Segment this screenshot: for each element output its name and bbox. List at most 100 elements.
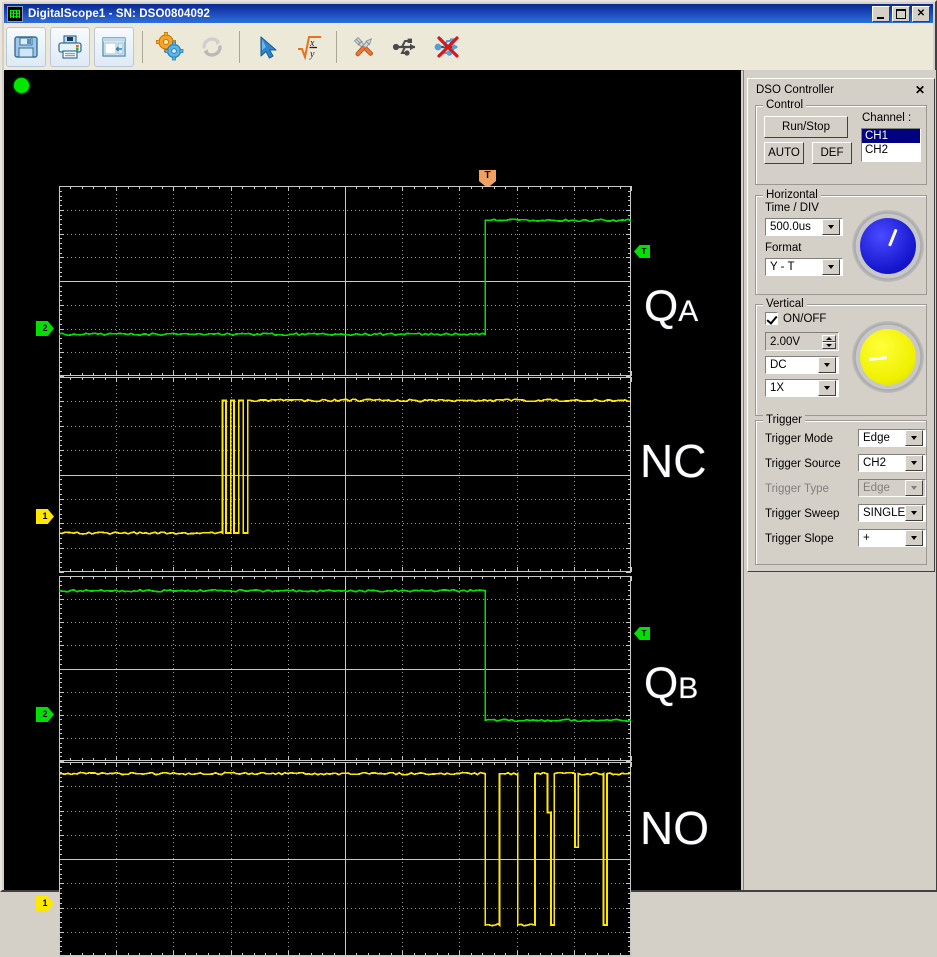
trigger-sweep-value: SINGLE (863, 507, 905, 519)
channel-onoff-checkbox[interactable]: ON/OFF (765, 312, 826, 325)
status-led (14, 78, 29, 93)
trace-qa (59, 218, 631, 337)
waveform-panel-nc[interactable] (59, 377, 632, 573)
floppy-disk-icon (14, 35, 38, 58)
chevron-down-icon (905, 480, 923, 496)
tools-button[interactable] (345, 28, 383, 66)
chevron-down-icon[interactable] (905, 530, 923, 546)
time-div-combo[interactable]: 500.0us (765, 218, 843, 236)
coupling-combo[interactable]: DC (765, 356, 839, 374)
minimize-button[interactable] (872, 5, 890, 22)
cursor-button[interactable] (248, 28, 286, 66)
channel-marker-ch2-qb[interactable]: 2 (36, 707, 54, 722)
spin-down-icon[interactable] (822, 341, 836, 349)
spinner-buttons[interactable] (822, 334, 836, 349)
application-window: DigitalScope1 - SN: DSO0804092 ✕ x y T Q… (0, 0, 937, 957)
panel-layout-icon (102, 36, 126, 57)
maximize-button[interactable] (892, 5, 910, 22)
channel-marker-ch1-nc[interactable]: 1 (36, 509, 54, 524)
volts-div-spinner[interactable]: 2.00V (765, 332, 839, 351)
auto-button[interactable]: AUTO (764, 142, 804, 164)
trigger-mode-value: Edge (863, 432, 890, 444)
probe-combo[interactable]: 1X (765, 379, 839, 397)
chevron-down-icon[interactable] (905, 505, 923, 521)
title-bar: DigitalScope1 - SN: DSO0804092 ✕ (4, 4, 933, 23)
panel-label-no: NO (640, 802, 709, 854)
checkbox-check-icon (765, 312, 778, 325)
toolbar: x y (4, 23, 933, 71)
run-stop-button[interactable]: Run/Stop (764, 116, 848, 138)
dso-controller-window: DSO Controller ✕ Control Run/Stop AUTO D… (747, 78, 935, 572)
trace-qb (59, 588, 631, 723)
print-button[interactable] (50, 26, 90, 67)
chevron-down-icon[interactable] (822, 259, 840, 275)
probe-value: 1X (770, 382, 785, 394)
usb-disconnect-icon (434, 35, 459, 58)
printer-icon (58, 34, 82, 59)
trigger-mode-combo[interactable]: Edge (858, 429, 926, 447)
trigger-source-label: Trigger Source (765, 458, 841, 470)
panel-toggle-button[interactable] (94, 26, 134, 67)
svg-text:y: y (309, 49, 315, 60)
trigger-type-label: Trigger Type (765, 483, 829, 495)
usb-disconnect-button[interactable] (429, 28, 467, 66)
right-dock: DSO Controller ✕ Control Run/Stop AUTO D… (743, 70, 936, 890)
time-div-label: Time / DIV (765, 202, 819, 214)
toolbar-separator (239, 30, 240, 63)
settings-button[interactable] (151, 28, 189, 66)
format-combo[interactable]: Y - T (765, 258, 843, 276)
sqrt-xy-icon: x y (298, 35, 321, 61)
trigger-source-combo[interactable]: CH2 (858, 454, 926, 472)
channel-option-ch1[interactable]: CH1 (862, 129, 920, 143)
waveform-panel-qa[interactable] (59, 186, 632, 377)
channel-option-ch2[interactable]: CH2 (862, 143, 920, 157)
toolbar-separator (336, 30, 337, 63)
horizontal-knob[interactable] (852, 210, 924, 282)
control-group-label: Control (763, 99, 807, 111)
channel-label: Channel : (862, 112, 912, 124)
vertical-group-label: Vertical (763, 298, 807, 310)
trigger-sweep-combo[interactable]: SINGLE (858, 504, 926, 522)
control-group: Control Run/Stop AUTO DEF Channel : CH1 … (755, 99, 927, 185)
panel-label-qb: QB (644, 659, 699, 708)
math-button[interactable]: x y (290, 28, 328, 66)
usb-connect-button[interactable] (387, 28, 425, 66)
trigger-type-combo: Edge (858, 479, 926, 497)
scope-icon (7, 5, 23, 22)
channel-marker-ch1-no[interactable]: 1 (36, 896, 54, 911)
trigger-level-marker-qb[interactable]: T (634, 627, 650, 640)
vertical-knob[interactable] (852, 321, 924, 393)
time-div-value: 500.0us (770, 221, 811, 233)
chevron-down-icon[interactable] (818, 357, 836, 373)
chevron-down-icon[interactable] (905, 430, 923, 446)
coupling-value: DC (770, 359, 787, 371)
horizontal-group: Horizontal Time / DIV 500.0us Format Y -… (755, 189, 927, 295)
chevron-down-icon[interactable] (905, 455, 923, 471)
controller-close-icon[interactable]: ✕ (915, 84, 925, 96)
refresh-button[interactable] (193, 28, 231, 66)
window-title: DigitalScope1 - SN: DSO0804092 (28, 7, 210, 20)
save-button[interactable] (6, 26, 46, 67)
trigger-source-value: CH2 (863, 457, 887, 469)
channel-listbox[interactable]: CH1 CH2 (861, 128, 921, 162)
trigger-slope-value: + (863, 532, 870, 544)
panel-label-qa: QA (644, 282, 699, 331)
waveform-panel-qb[interactable] (59, 576, 632, 762)
volts-div-value: 2.00V (770, 335, 801, 348)
trigger-slope-combo[interactable]: + (858, 529, 926, 547)
waveform-panel-no[interactable] (59, 762, 632, 957)
onoff-label: ON/OFF (783, 312, 827, 325)
trace-no (59, 771, 631, 927)
format-value: Y - T (770, 261, 795, 273)
channel-marker-ch2-qa[interactable]: 2 (36, 321, 54, 336)
close-button[interactable]: ✕ (912, 5, 930, 22)
refresh-icon (202, 36, 222, 57)
chevron-down-icon[interactable] (818, 380, 836, 396)
trigger-type-value: Edge (863, 482, 890, 494)
trigger-level-marker-qa[interactable]: T (634, 245, 650, 258)
chevron-down-icon[interactable] (822, 219, 840, 235)
spin-up-icon[interactable] (822, 334, 836, 342)
trigger-group-label: Trigger (763, 414, 805, 426)
tools-icon (353, 36, 373, 56)
def-button[interactable]: DEF (812, 142, 852, 164)
